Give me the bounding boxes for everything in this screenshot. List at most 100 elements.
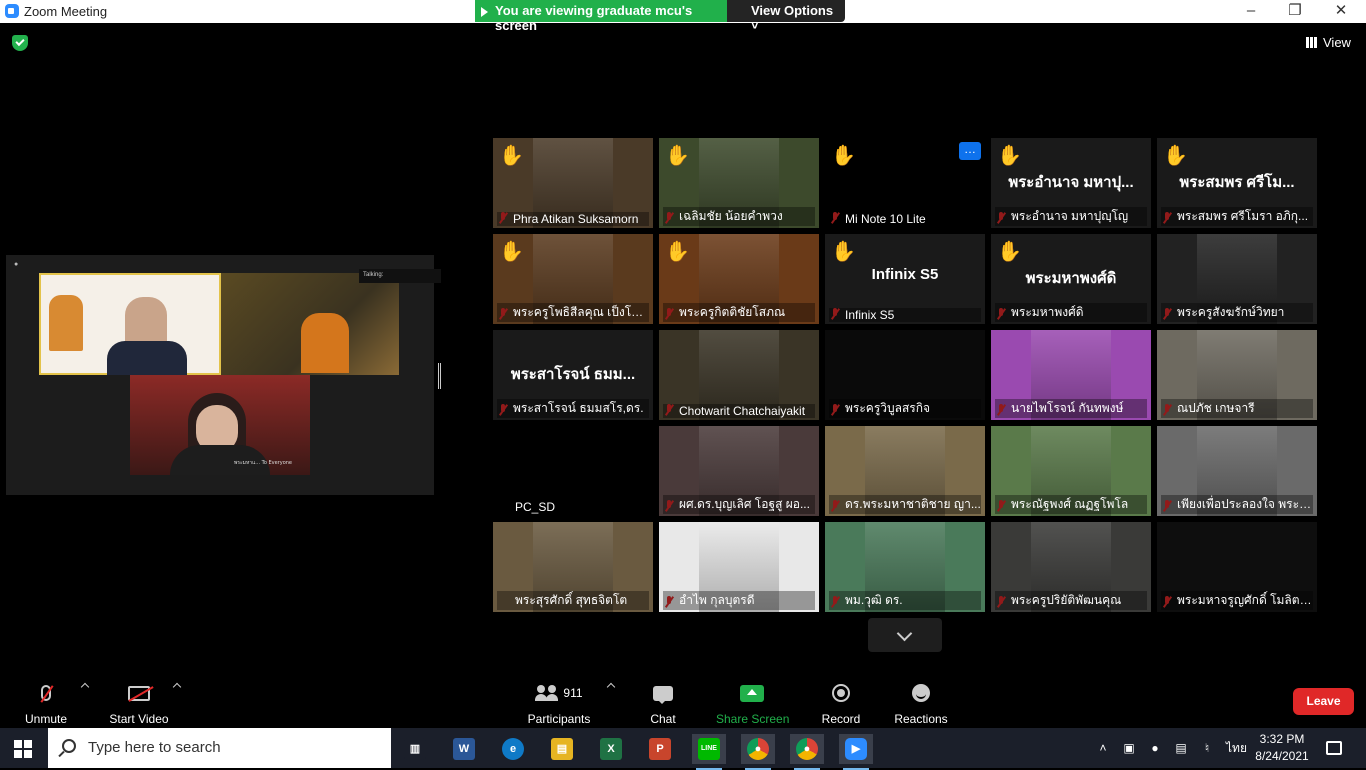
close-button[interactable]: ✕: [1318, 1, 1364, 21]
talking-label: Talking:: [359, 269, 441, 283]
shared-screen-indicator: ●: [14, 261, 19, 268]
unmute-button[interactable]: Unmute: [22, 680, 90, 726]
more-options-button[interactable]: …: [959, 142, 981, 160]
gallery-next-page-button[interactable]: [868, 618, 942, 652]
participant-name: พระสาโรจน์ ธมมสโร,ดร.: [497, 399, 649, 418]
network-icon[interactable]: ▤: [1174, 741, 1188, 755]
record-button[interactable]: Record: [820, 680, 862, 726]
participant-tile[interactable]: ✋ … Mi Note 10 Lite: [825, 138, 985, 228]
participant-tile[interactable]: ✋ Phra Atikan Suksamorn: [493, 138, 653, 228]
notification-center-icon[interactable]: [1326, 741, 1342, 755]
clock-time: 3:32 PM: [1259, 732, 1305, 746]
chevron-up-icon[interactable]: ˄: [1096, 741, 1110, 755]
participant-tile[interactable]: ✋ เฉลิมชัย น้อยคำพวง: [659, 138, 819, 228]
participant-name: พระสมพร ศรีโมรา อภิกุ...: [1161, 207, 1313, 226]
participant-tile[interactable]: PC_SD: [493, 426, 653, 516]
participant-name: พระครูโพธิสีลคุณ เป็งโยยโม: [497, 303, 649, 322]
participant-tile[interactable]: นายไพโรจน์ กันทพงษ์: [991, 330, 1151, 420]
participant-tile[interactable]: ✋ พระครูโพธิสีลคุณ เป็งโยยโม: [493, 234, 653, 324]
participant-tile[interactable]: Infinix S5 ✋ Infinix S5: [825, 234, 985, 324]
raised-hand-icon: ✋: [665, 241, 690, 263]
leave-button[interactable]: Leave: [1293, 688, 1354, 715]
meet-now-icon[interactable]: ▣: [1122, 741, 1136, 755]
minimize-button[interactable]: –: [1228, 1, 1274, 21]
participant-tile[interactable]: พระครูวิบูลสรกิจ: [825, 330, 985, 420]
participant-name: พระสุรศักดิ์ สุทธจิตโต: [497, 591, 649, 610]
participant-name: Phra Atikan Suksamorn: [497, 212, 649, 226]
participants-button[interactable]: 911 Participants: [526, 680, 616, 726]
gallery-view: ✋ Phra Atikan Suksamorn ✋ เฉลิมชัย น้อยคำพว…: [493, 138, 1317, 612]
participant-tile[interactable]: Chotwarit Chatchaiyakit: [659, 330, 819, 420]
participant-tile[interactable]: เพียงเพื่อประลองใจ พระอา...: [1157, 426, 1317, 516]
zoom-logo-icon: [5, 4, 19, 18]
chat-icon: [653, 685, 673, 704]
participant-name: ดร.พระมหาชาติชาย ญา...: [829, 495, 981, 514]
shared-video-speaker: พระมหาแ... To Everyone: [130, 375, 310, 475]
taskbar-line-icon[interactable]: LINE: [692, 734, 726, 770]
taskbar-file-explorer-icon[interactable]: ▤: [545, 734, 579, 764]
taskbar-excel-icon[interactable]: X: [594, 734, 628, 764]
window-title: Zoom Meeting: [24, 4, 108, 19]
share-screen-button[interactable]: Share Screen: [716, 680, 789, 726]
record-icon: [832, 684, 850, 702]
view-options-label: View Options: [751, 3, 834, 18]
participant-tile[interactable]: ณปภัช เกษจารี: [1157, 330, 1317, 420]
view-label: View: [1323, 35, 1351, 50]
participant-name: พระมหาพงศ์ดิ: [995, 303, 1147, 322]
taskbar-zoom-icon[interactable]: ▶: [839, 734, 873, 770]
shared-video-presenter: [39, 273, 221, 375]
security-shield-icon[interactable]: [12, 35, 28, 51]
maximize-button[interactable]: ❐: [1272, 1, 1318, 21]
taskbar-word-icon[interactable]: W: [447, 734, 481, 764]
participant-tile[interactable]: พระณัฐพงศ์ ณฏฐโพโล: [991, 426, 1151, 516]
search-icon: [62, 739, 76, 753]
taskbar-task-view-icon[interactable]: ▥: [398, 734, 432, 764]
participant-tile[interactable]: อำไพ กุลบุตรดี: [659, 522, 819, 612]
taskbar-search-box[interactable]: Type here to search: [48, 728, 391, 768]
participant-tile[interactable]: พระครูปริยัติพัฒนคุณ: [991, 522, 1151, 612]
participant-tile[interactable]: ✋ พระครูกิตติชัยโสภณ: [659, 234, 819, 324]
participant-tile[interactable]: พระสาโรจน์ ธมม... พระสาโรจน์ ธมมสโร,ดร.: [493, 330, 653, 420]
search-placeholder: Type here to search: [88, 739, 221, 756]
participant-display-name: พระสาโรจน์ ธมม...: [510, 366, 636, 383]
participant-name: อำไพ กุลบุตรดี: [663, 591, 815, 610]
taskbar-chrome-icon[interactable]: ●: [741, 734, 775, 770]
video-options-caret[interactable]: [172, 682, 182, 692]
participant-tile[interactable]: พระมหาพงศ์ดิ ✋ พระมหาพงศ์ดิ: [991, 234, 1151, 324]
shared-screen[interactable]: ● Talking: พระมหาแ... To Everyone: [6, 255, 441, 495]
participant-tile[interactable]: พระสมพร ศรีโม... ✋ พระสมพร ศรีโมรา อภิกุ..…: [1157, 138, 1317, 228]
windows-taskbar: Type here to search ▥ We ▤ X P LINE ● ● ▶ ˄ ▣ ● …: [0, 728, 1366, 770]
reactions-button[interactable]: Reactions: [894, 680, 948, 726]
start-video-button[interactable]: Start Video: [108, 680, 182, 726]
taskbar-clock[interactable]: 3:32 PM 8/24/2021: [1252, 731, 1312, 765]
participant-tile[interactable]: พระมหาจรูญศักดิ์ โมลิตภ...: [1157, 522, 1317, 612]
participant-tile[interactable]: ดร.พระมหาชาติชาย ญา...: [825, 426, 985, 516]
windows-start-icon[interactable]: [14, 740, 32, 758]
participant-name: Infinix S5: [829, 308, 981, 322]
screen-share-banner: You are viewing graduate mcu's screen Vi…: [475, 0, 845, 33]
taskbar-edge-icon[interactable]: e: [496, 734, 530, 764]
participant-tile[interactable]: พระครูสังฆรักษ์วิทยา: [1157, 234, 1317, 324]
participant-tile[interactable]: พระสุรศักดิ์ สุทธจิตโต: [493, 522, 653, 612]
participant-display-name: พระอำนาจ มหาปุ...: [1008, 174, 1134, 191]
audio-options-caret[interactable]: [80, 682, 90, 692]
view-options-button[interactable]: View Options ˅: [727, 0, 845, 33]
grid-icon: [1306, 37, 1317, 48]
taskbar-chrome-icon[interactable]: ●: [790, 734, 824, 770]
participant-tile[interactable]: พระอำนาจ มหาปุ... ✋ พระอำนาจ มหาปุญฺโญ: [991, 138, 1151, 228]
taskbar-powerpoint-icon[interactable]: P: [643, 734, 677, 764]
shared-video-monk: Talking:: [221, 269, 441, 375]
participant-tile[interactable]: พม.วุฒิ ดร.: [825, 522, 985, 612]
participants-options-caret[interactable]: [606, 682, 616, 692]
resize-handle[interactable]: [438, 363, 441, 389]
participant-tile[interactable]: ผศ.ดร.บุญเลิศ โอฐสู ผอ...: [659, 426, 819, 516]
chat-button[interactable]: Chat: [646, 680, 680, 726]
volume-muted-icon[interactable]: ♮: [1200, 741, 1214, 755]
raised-hand-icon: ✋: [831, 145, 856, 167]
viewing-screen-label: You are viewing graduate mcu's screen: [475, 0, 727, 33]
microphone-icon[interactable]: ●: [1148, 741, 1162, 755]
raised-hand-icon: ✋: [997, 241, 1022, 263]
view-button[interactable]: View: [1306, 35, 1351, 50]
language-indicator[interactable]: ไทย: [1226, 741, 1247, 755]
participant-display-name: Infinix S5: [871, 266, 939, 283]
